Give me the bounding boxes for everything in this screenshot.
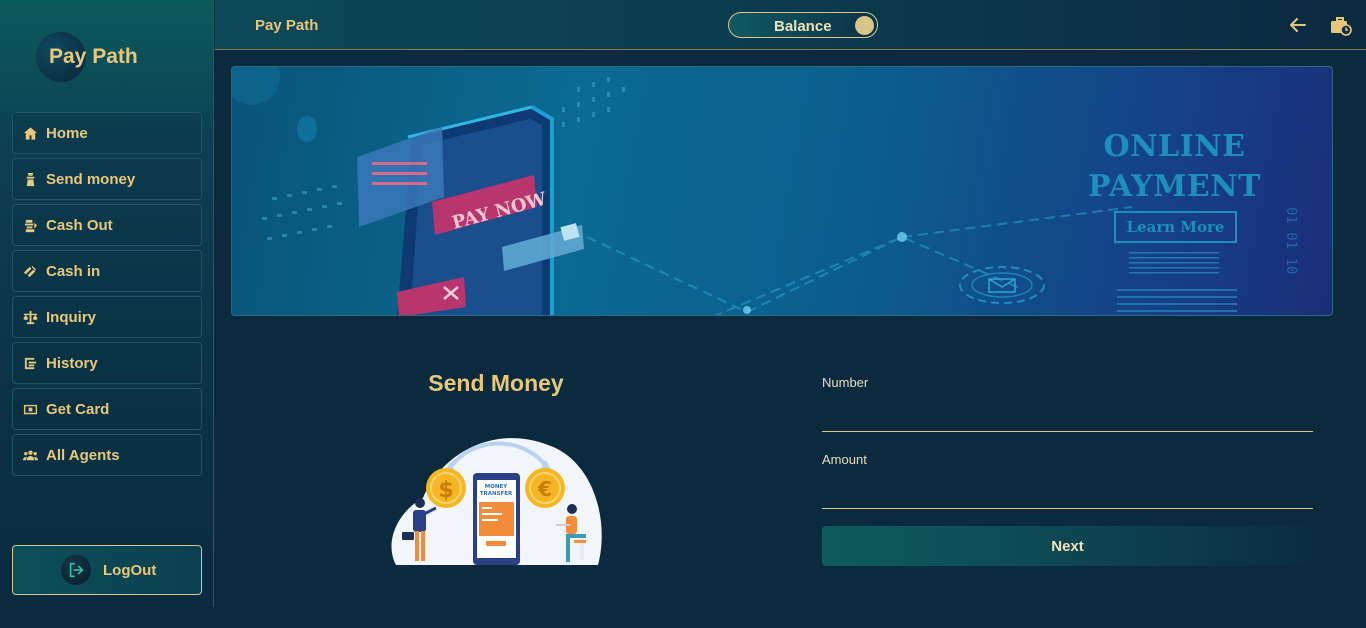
next-button[interactable]: Next (822, 526, 1313, 566)
sidebar-item-label: All Agents (46, 446, 120, 464)
svg-text:TRANSFER: TRANSFER (480, 491, 513, 497)
cash-in-icon (21, 262, 39, 280)
sidebar-item-inquiry[interactable]: Inquiry (12, 296, 202, 338)
sidebar: Pay Path Home Send money Cash Out Cash i… (0, 0, 214, 607)
header-title: Pay Path (255, 17, 319, 34)
svg-text:MONEY: MONEY (485, 484, 509, 490)
send-money-icon (21, 170, 39, 188)
sidebar-item-send-money[interactable]: Send money (12, 158, 202, 200)
history-icon (21, 354, 39, 372)
sidebar-item-label: Cash Out (46, 216, 113, 234)
page-title: Send Money (428, 370, 564, 396)
sidebar-item-all-agents[interactable]: All Agents (12, 434, 202, 476)
top-header: Pay Path Balance (215, 0, 1366, 50)
briefcase-clock-icon[interactable] (1330, 14, 1352, 36)
sidebar-item-label: History (46, 354, 98, 372)
svg-text:€: € (537, 477, 552, 501)
scale-icon (21, 308, 39, 326)
logout-icon (61, 555, 91, 585)
logout-button[interactable]: LogOut (12, 545, 202, 595)
home-icon (21, 124, 39, 142)
sidebar-item-cash-in[interactable]: Cash in (12, 250, 202, 292)
amount-label: Amount (822, 452, 867, 467)
sidebar-item-label: Get Card (46, 400, 110, 418)
sidebar-nav: Home Send money Cash Out Cash in Inquiry (12, 112, 202, 480)
balance-label: Balance (774, 18, 832, 35)
number-label: Number (822, 375, 869, 390)
money-transfer-illustration: $ € MONEY TRANSFER (388, 430, 604, 568)
sidebar-item-get-card[interactable]: Get Card (12, 388, 202, 430)
svg-text:$: $ (438, 478, 453, 503)
svg-text:01 01 10: 01 01 10 (1283, 207, 1299, 274)
arrow-left-icon[interactable] (1287, 14, 1309, 36)
logo: Pay Path (36, 30, 186, 84)
sidebar-item-label: Cash in (46, 262, 101, 280)
number-field[interactable] (822, 394, 1313, 432)
learn-more-button[interactable]: Learn More (1114, 211, 1237, 243)
amount-field[interactable] (822, 471, 1313, 509)
balance-toggle-knob (855, 16, 874, 35)
card-icon (21, 400, 39, 418)
sidebar-item-label: Home (46, 124, 88, 142)
promo-banner: PAY NOW 01 01 10 ONLINE PAYMENT Learn Mo… (231, 66, 1333, 316)
logo-text: Pay Path (49, 45, 138, 68)
sidebar-item-home[interactable]: Home (12, 112, 202, 154)
logout-label: LogOut (103, 562, 157, 579)
sidebar-item-history[interactable]: History (12, 342, 202, 384)
balance-toggle[interactable]: Balance (728, 12, 878, 38)
banner-headline: ONLINE PAYMENT (1088, 129, 1261, 204)
sidebar-item-label: Send money (46, 170, 136, 188)
sidebar-item-cash-out[interactable]: Cash Out (12, 204, 202, 246)
sidebar-item-label: Inquiry (46, 308, 97, 326)
cash-out-icon (21, 216, 39, 234)
users-icon (21, 446, 39, 464)
